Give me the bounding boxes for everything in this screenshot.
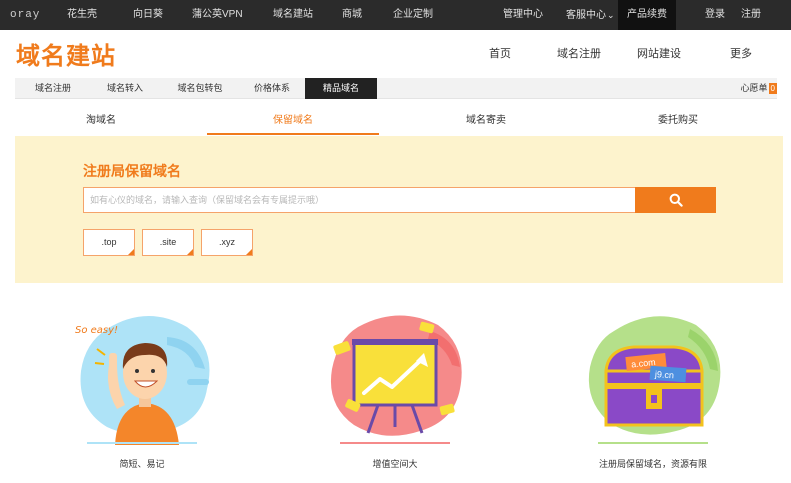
nav-more[interactable]: 更多 xyxy=(730,45,752,61)
tab-browse-domains[interactable]: 淘域名 xyxy=(15,110,187,135)
brand-title[interactable]: 域名建站 xyxy=(16,36,116,71)
topnav-customer-service[interactable]: 客服中心⌄ xyxy=(566,0,615,30)
topnav-mall[interactable]: 商城 xyxy=(342,0,362,30)
wishlist-link[interactable]: 心愿单 0 xyxy=(741,78,777,99)
nav-home[interactable]: 首页 xyxy=(489,45,511,61)
feature-caption: 简短、易记 xyxy=(119,459,165,469)
tab-consignment[interactable]: 域名寄卖 xyxy=(400,110,572,135)
tld-label: .top xyxy=(101,237,117,247)
topnav-huashengke[interactable]: 花生壳 xyxy=(67,0,97,30)
nav-domain-register[interactable]: 域名注册 xyxy=(557,45,601,61)
reserved-domain-search-panel: 注册局保留域名 .top .site .xyz xyxy=(15,136,783,283)
feature-caption: 注册局保留域名，资源有限 xyxy=(598,459,707,469)
topnav-management-center[interactable]: 管理中心 xyxy=(503,0,543,30)
search-icon xyxy=(669,193,683,207)
domain-search-input[interactable] xyxy=(84,188,635,212)
wishlist-count-badge: 0 xyxy=(768,83,777,94)
happy-person-illustration: So easy! xyxy=(75,315,210,445)
login-link[interactable]: 登录 xyxy=(705,0,725,30)
tld-site-button[interactable]: .site xyxy=(142,229,194,256)
tld-label: .xyz xyxy=(218,237,235,247)
corner-triangle-icon xyxy=(128,249,134,255)
tab-reserved-domains[interactable]: 保留域名 xyxy=(207,110,379,135)
feature-short-easy: So easy! 简短、易记 xyxy=(52,309,232,479)
growth-chart-illustration xyxy=(330,315,462,444)
so-easy-text: So easy! xyxy=(75,325,118,336)
topnav-domain-site[interactable]: 域名建站 xyxy=(273,0,313,30)
feature-scarce-resource: a.com j9.cn 注册局保留域名，资源有限 xyxy=(563,309,743,479)
tab-entrusted-purchase[interactable]: 委托购买 xyxy=(592,110,764,135)
domain-tabs: 淘域名 保留域名 域名寄卖 委托购买 xyxy=(15,110,777,135)
sub-nav: 域名注册 域名转入 域名包转包 价格体系 精品域名 心愿单 0 xyxy=(15,78,777,99)
corner-triangle-icon xyxy=(246,249,252,255)
top-bar: oray 花生壳 向日葵 蒲公英VPN 域名建站 商城 企业定制 管理中心 客服… xyxy=(0,0,791,30)
subnav-domain-transfer[interactable]: 域名转入 xyxy=(95,78,155,99)
oray-logo[interactable]: oray xyxy=(10,0,40,30)
nav-website-build[interactable]: 网站建设 xyxy=(637,45,681,61)
tld-xyz-button[interactable]: .xyz xyxy=(201,229,253,256)
feature-growth: 增值空间大 xyxy=(305,309,485,479)
topnav-renewal[interactable]: 产品续费 xyxy=(618,0,676,30)
panel-title: 注册局保留域名 xyxy=(83,163,181,179)
treasure-chest-illustration: a.com j9.cn xyxy=(588,316,721,444)
tld-label: .site xyxy=(159,237,177,247)
corner-triangle-icon xyxy=(187,249,193,255)
tld-top-button[interactable]: .top xyxy=(83,229,135,256)
subnav-premium-domains[interactable]: 精品域名 xyxy=(305,78,377,99)
subnav-domain-register[interactable]: 域名注册 xyxy=(23,78,83,99)
tag-j9-cn: j9.cn xyxy=(654,369,675,380)
site-header: 域名建站 首页 域名注册 网站建设 更多 xyxy=(0,30,791,76)
subnav-pricing[interactable]: 价格体系 xyxy=(241,78,303,99)
topnav-pugongying-vpn[interactable]: 蒲公英VPN xyxy=(192,0,243,30)
customer-service-label: 客服中心 xyxy=(566,10,606,21)
subnav-domain-package[interactable]: 域名包转包 xyxy=(165,78,235,99)
search-button[interactable] xyxy=(635,187,716,213)
chevron-down-icon: ⌄ xyxy=(607,10,615,20)
wishlist-label: 心愿单 xyxy=(740,83,768,93)
topnav-enterprise[interactable]: 企业定制 xyxy=(393,0,433,30)
search-box xyxy=(83,187,636,213)
register-link[interactable]: 注册 xyxy=(741,0,761,30)
feature-caption: 增值空间大 xyxy=(372,459,418,469)
topnav-xiangrikui[interactable]: 向日葵 xyxy=(133,0,163,30)
